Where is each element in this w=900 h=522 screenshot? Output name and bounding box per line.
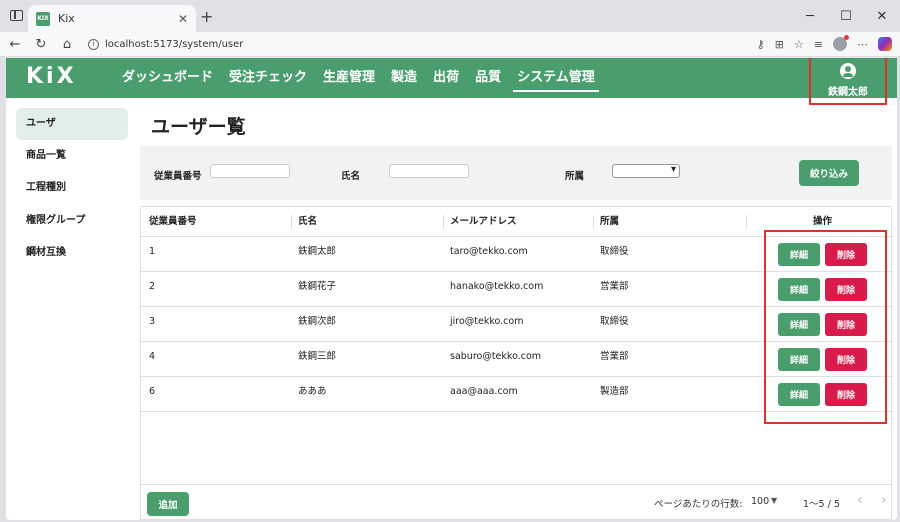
cell-employee-no: 1: [149, 246, 156, 257]
header-separator: [291, 215, 292, 229]
cell-employee-no: 2: [149, 281, 156, 292]
favorites-list-icon[interactable]: ≡: [814, 38, 823, 51]
main-menu: ダッシュボード 受注チェック 生産管理 製造 出荷 品質 システム管理: [114, 58, 603, 98]
rows-per-page-select[interactable]: 100: [751, 496, 769, 507]
header-name[interactable]: 氏名: [298, 207, 317, 237]
app-logo[interactable]: KiX: [26, 64, 77, 89]
favorite-star-icon[interactable]: ☆: [794, 38, 804, 51]
tab-close-icon[interactable]: ✕: [178, 12, 188, 26]
sidebar-item-products[interactable]: 商品一覧: [16, 140, 128, 172]
filter-employee-no-label: 従業員番号: [154, 171, 202, 182]
filter-dept-label: 所属: [565, 171, 585, 182]
menu-order-check[interactable]: 受注チェック: [221, 58, 315, 98]
sidebar-toggle-icon[interactable]: [10, 10, 23, 21]
reload-icon[interactable]: ↻: [30, 37, 52, 52]
actions-highlight-box: [764, 230, 887, 424]
profile-icon[interactable]: [833, 35, 849, 51]
cell-dept: 営業部: [600, 351, 629, 362]
prev-page-icon[interactable]: ‹: [857, 492, 863, 508]
copilot-icon[interactable]: [878, 37, 892, 51]
cell-email: aaa@aaa.com: [450, 386, 518, 397]
url-text: localhost:5173/system/user: [105, 38, 244, 50]
filter-panel: 従業員番号 氏名 所属 絞り込み: [140, 146, 892, 200]
maximize-icon[interactable]: ☐: [828, 9, 864, 24]
cell-email: taro@tekko.com: [450, 246, 528, 257]
header-separator: [593, 215, 594, 229]
cell-name: 鉄鋼太郎: [298, 246, 337, 257]
cell-name: あああ: [298, 386, 327, 397]
menu-production[interactable]: 生産管理: [315, 58, 383, 98]
cell-email: saburo@tekko.com: [450, 351, 542, 362]
window-close-icon[interactable]: ✕: [864, 9, 900, 24]
window-controls: ─ ☐ ✕: [792, 0, 900, 32]
menu-dashboard[interactable]: ダッシュボード: [114, 58, 221, 98]
user-account-icon: [840, 62, 856, 79]
header-separator: [443, 215, 444, 229]
top-navbar: KiX ダッシュボード 受注チェック 生産管理 製造 出荷 品質 システム管理 …: [6, 58, 897, 105]
sidebar-item-permission-groups[interactable]: 権限グループ: [16, 205, 128, 237]
more-icon[interactable]: ⋯: [857, 38, 868, 51]
url-field[interactable]: i localhost:5173/system/user: [88, 38, 244, 50]
menu-shipping[interactable]: 出荷: [425, 58, 467, 98]
filter-name-input[interactable]: [389, 164, 469, 178]
sidebar-item-process-types[interactable]: 工程種別: [16, 172, 128, 204]
filter-button[interactable]: 絞り込み: [799, 160, 859, 186]
cell-employee-no: 4: [149, 351, 156, 362]
browser-tabstrip: KIX Kix ✕ + ─ ☐ ✕: [0, 0, 900, 32]
reader-icon[interactable]: ⊞: [775, 38, 784, 51]
cell-name: 鉄鋼花子: [298, 281, 337, 292]
address-bar: ← ↻ ⌂ i localhost:5173/system/user ⚷ ⊞ ☆…: [0, 32, 900, 56]
sidebar-item-users[interactable]: ユーザ: [16, 108, 128, 140]
page-title: ユーザー覧: [151, 116, 246, 138]
cell-name: 鉄鋼三郎: [298, 351, 337, 362]
add-button[interactable]: 追加: [147, 492, 189, 516]
app-window: KiX ダッシュボード 受注チェック 生産管理 製造 出荷 品質 システム管理 …: [6, 58, 897, 520]
rows-per-page-label: ページあたりの行数:: [654, 499, 743, 510]
cell-dept: 取締役: [600, 246, 629, 257]
sidebar-item-steel-compat[interactable]: 鋼材互換: [16, 237, 128, 269]
next-page-icon[interactable]: ›: [881, 492, 887, 508]
home-icon[interactable]: ⌂: [56, 37, 78, 52]
sidebar: ユーザ 商品一覧 工程種別 権限グループ 鋼材互換: [6, 98, 134, 520]
filter-employee-no-input[interactable]: [210, 164, 290, 178]
header-dept[interactable]: 所属: [600, 207, 619, 237]
cell-employee-no: 6: [149, 386, 156, 397]
cell-dept: 営業部: [600, 281, 629, 292]
user-name: 鉄鋼太郎: [828, 86, 868, 98]
main-content: ユーザー覧 従業員番号 氏名 所属 絞り込み 従業員番号 氏名 メールアドレス …: [140, 98, 897, 520]
header-email[interactable]: メールアドレス: [450, 207, 517, 237]
cell-name: 鉄鋼次郎: [298, 316, 337, 327]
browser-toolbar: ⚷ ⊞ ☆ ≡ ⋯: [757, 32, 892, 56]
filter-dept-select[interactable]: [612, 164, 680, 178]
cell-email: jiro@tekko.com: [450, 316, 524, 327]
key-icon[interactable]: ⚷: [757, 38, 765, 51]
header-separator: [746, 215, 747, 229]
back-icon[interactable]: ←: [4, 37, 26, 52]
filter-name-label: 氏名: [341, 171, 361, 182]
cell-dept: 取締役: [600, 316, 629, 327]
new-tab-icon[interactable]: +: [200, 7, 213, 26]
site-info-icon[interactable]: i: [88, 38, 99, 50]
minimize-icon[interactable]: ─: [792, 9, 828, 24]
cell-dept: 製造部: [600, 386, 629, 397]
header-employee-no[interactable]: 従業員番号: [149, 207, 197, 237]
cell-employee-no: 3: [149, 316, 156, 327]
tab-title: Kix: [58, 12, 75, 25]
favicon-icon: KIX: [36, 11, 50, 26]
table-footer: 追加 ページあたりの行数: 100 ▼ 1～5 / 5 ‹ ›: [140, 484, 892, 520]
cell-email: hanako@tekko.com: [450, 281, 544, 292]
browser-tab[interactable]: KIX Kix ✕: [28, 5, 196, 32]
menu-quality[interactable]: 品質: [467, 58, 509, 98]
chevron-down-icon[interactable]: ▼: [771, 496, 777, 505]
menu-system-admin[interactable]: システム管理: [509, 58, 603, 98]
menu-manufacturing[interactable]: 製造: [383, 58, 425, 98]
pagination-range: 1～5 / 5: [803, 499, 840, 510]
